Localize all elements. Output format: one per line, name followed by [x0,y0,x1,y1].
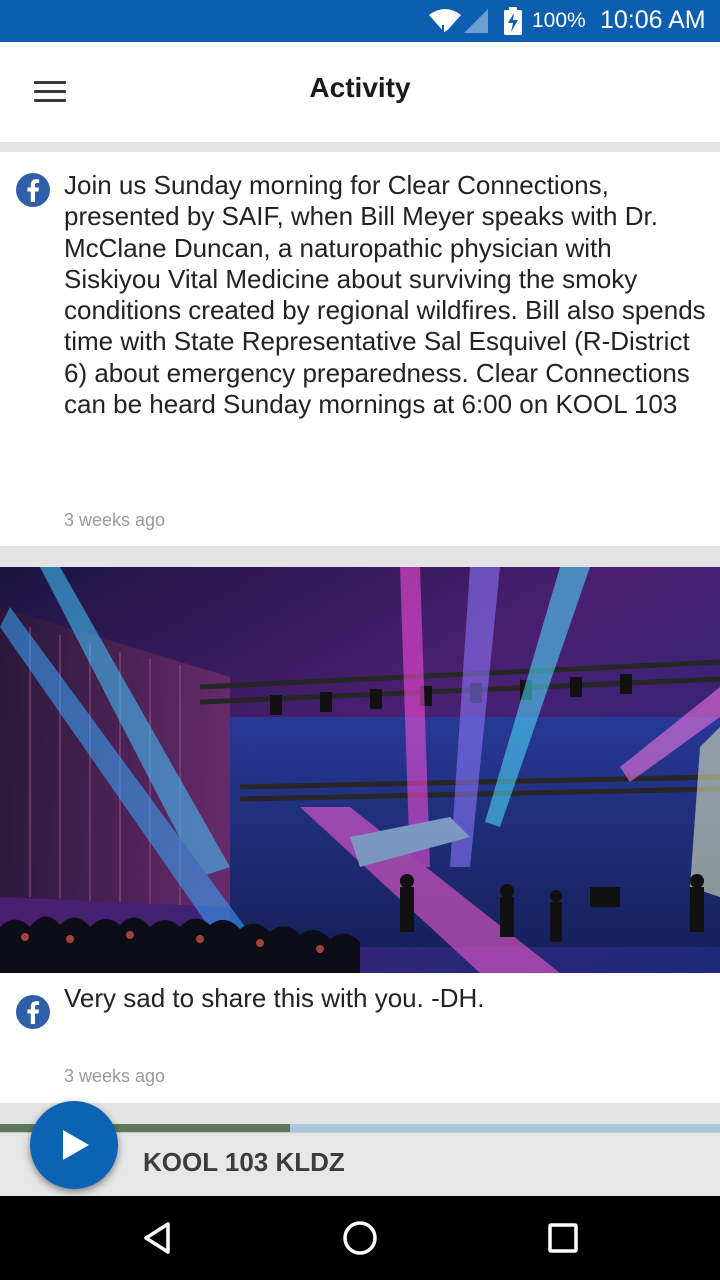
status-bar: 100% 10:06 AM [0,0,720,42]
wifi-icon [429,9,461,35]
facebook-icon [16,995,50,1029]
feed-post[interactable]: Join us Sunday morning for Clear Connect… [0,152,720,546]
activity-feed[interactable]: Join us Sunday morning for Clear Connect… [0,142,720,1196]
post-timestamp: 3 weeks ago [64,1066,166,1086]
post-text: Very sad to share this with you. -DH. [64,983,485,1013]
home-icon[interactable] [338,1216,382,1260]
system-nav-bar [0,1196,720,1280]
battery-percent: 100% [532,9,586,32]
back-icon[interactable] [136,1216,180,1260]
facebook-icon [16,173,50,207]
feed-post[interactable]: Very sad to share this with you. -DH. 3 … [0,567,720,1103]
battery-charging-icon [504,7,522,35]
post-timestamp: 3 weeks ago [64,510,166,530]
app-bar: Activity [0,42,720,142]
post-text: Join us Sunday morning for Clear Connect… [64,170,706,420]
page-title: Activity [309,72,411,103]
recents-icon[interactable] [541,1216,585,1260]
station-name: KOOL 103 KLDZ [143,1147,345,1177]
concert-stage-photo[interactable] [0,567,720,973]
play-button[interactable] [30,1101,118,1189]
signal-icon [464,9,488,33]
play-icon [63,1130,89,1160]
clock: 10:06 AM [600,6,706,34]
